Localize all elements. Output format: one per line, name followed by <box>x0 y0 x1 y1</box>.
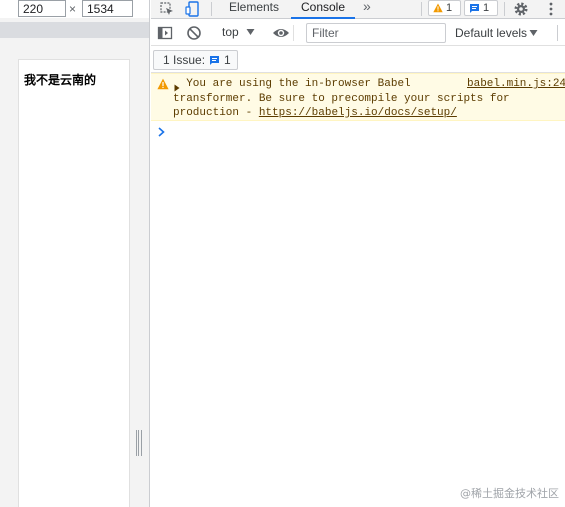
chevron-down-icon <box>246 26 255 38</box>
prompt-chevron-icon <box>158 126 165 137</box>
issues-count: 1 <box>483 2 490 14</box>
devtools-tabbar: Elements Console » 1 1 <box>151 0 565 19</box>
more-options-icon[interactable] <box>546 0 556 18</box>
warning-line-2: transformer. Be sure to precompile your … <box>173 92 510 105</box>
sidebar-toggle-icon[interactable] <box>157 25 173 41</box>
double-chevron-right-icon[interactable]: » <box>363 0 371 14</box>
toolbar-divider <box>211 2 212 16</box>
log-levels-select[interactable]: Default levels <box>455 26 527 40</box>
resize-handle[interactable] <box>136 430 142 456</box>
device-emulation-pane: × 我不是云南的 <box>0 0 150 507</box>
toolbar-divider <box>557 25 558 41</box>
device-viewport: 我不是云南的 <box>18 59 130 507</box>
gear-icon[interactable] <box>512 0 530 18</box>
execution-context-select[interactable]: top <box>222 25 239 39</box>
source-location-link[interactable]: babel.min.js:24 <box>467 77 565 92</box>
tab-elements[interactable]: Elements <box>223 0 285 19</box>
active-tab-indicator <box>291 17 355 19</box>
warning-line-1: You are using the in-browser Babel <box>186 78 411 90</box>
dimension-separator: × <box>69 2 77 16</box>
console-prompt[interactable] <box>151 122 565 140</box>
issues-bar: 1 Issue: 1 <box>151 47 565 73</box>
clear-console-icon[interactable] <box>186 25 202 41</box>
devtools-panel: Elements Console » 1 1 top Filter Defaul… <box>151 0 565 507</box>
issues-label: 1 Issue: <box>163 53 206 67</box>
warning-triangle-icon <box>433 3 443 13</box>
toolbar-divider <box>504 2 505 16</box>
issues-button[interactable]: 1 Issue: 1 <box>153 50 238 70</box>
warning-triangle-icon <box>157 78 169 90</box>
filter-input[interactable] <box>306 23 446 43</box>
message-icon <box>470 3 479 13</box>
device-toolbar-toggle-icon[interactable] <box>183 0 203 18</box>
device-width-input[interactable] <box>18 0 66 17</box>
babel-setup-link[interactable]: https://babeljs.io/docs/setup/ <box>259 107 457 119</box>
chevron-down-icon <box>529 27 538 39</box>
warnings-counter-button[interactable]: 1 <box>428 0 461 16</box>
message-icon <box>210 55 220 65</box>
watermark: @稀土掘金技术社区 <box>460 487 559 500</box>
eye-icon[interactable] <box>272 26 290 40</box>
console-toolbar: top Default levels <box>151 20 565 46</box>
device-height-input[interactable] <box>82 0 133 17</box>
toolbar-divider <box>421 2 422 16</box>
warnings-count: 1 <box>446 2 453 14</box>
console-warning-message[interactable]: You are using the in-browser Babel trans… <box>151 73 565 121</box>
device-dimensions-bar: × <box>0 0 149 18</box>
issues-bar-count: 1 <box>224 53 231 67</box>
media-query-ruler <box>0 22 149 38</box>
inspect-element-icon[interactable] <box>157 0 177 18</box>
warning-line-3: production - <box>173 107 259 119</box>
issues-counter-button[interactable]: 1 <box>464 0 498 16</box>
page-heading: 我不是云南的 <box>24 73 97 87</box>
toolbar-divider <box>293 25 294 41</box>
warning-text: You are using the in-browser Babel trans… <box>173 77 510 121</box>
